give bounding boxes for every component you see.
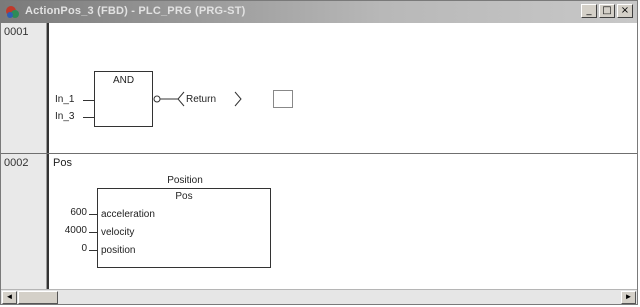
and-block[interactable]: AND [94,71,153,127]
network-number-2[interactable]: 0002 [4,157,28,169]
empty-output-box[interactable] [273,90,293,108]
input-in3-label[interactable]: In_3 [55,111,74,122]
input-in1-label[interactable]: In_1 [55,94,74,105]
editor-window: ActionPos_3 (FBD) - PLC_PRG (PRG-ST) _ □… [0,0,638,305]
acceleration-pin: acceleration [101,209,155,220]
fbd-editor[interactable]: 0001 In_1 In_3 AND Return 0002 Pos Posit… [1,23,637,289]
window-title: ActionPos_3 (FBD) - PLC_PRG (PRG-ST) [25,5,246,17]
power-rail-1 [47,23,49,153]
pos-block-type: Pos [175,191,193,202]
app-icon [6,6,19,18]
velocity-pin: velocity [101,227,135,238]
scroll-thumb[interactable] [18,291,58,304]
wire-acceleration [89,214,98,215]
velocity-value[interactable]: 4000 [53,225,87,236]
network-gutter [1,23,47,289]
position-pin: position [101,245,136,256]
close-button[interactable]: × [617,4,633,18]
scroll-right-icon[interactable]: ► [621,291,636,304]
pos-function-block[interactable]: Pos acceleration velocity position [97,188,271,268]
network-number-1[interactable]: 0001 [4,26,28,38]
network-label-pos[interactable]: Pos [53,157,72,169]
wire-position [89,250,98,251]
return-label[interactable]: Return [186,94,216,105]
title-bar[interactable]: ActionPos_3 (FBD) - PLC_PRG (PRG-ST) _ □… [1,1,637,23]
minimize-button[interactable]: _ [581,4,597,18]
acceleration-value[interactable]: 600 [61,207,87,218]
fb-instance-name[interactable]: Position [1,175,369,186]
scroll-left-icon[interactable]: ◄ [2,291,17,304]
horizontal-scrollbar[interactable]: ◄ ► [1,289,637,304]
wire-velocity [89,232,98,233]
network-separator [1,153,637,154]
maximize-button[interactable]: □ [599,4,615,18]
position-value[interactable]: 0 [61,243,87,254]
and-block-type: AND [112,75,135,86]
